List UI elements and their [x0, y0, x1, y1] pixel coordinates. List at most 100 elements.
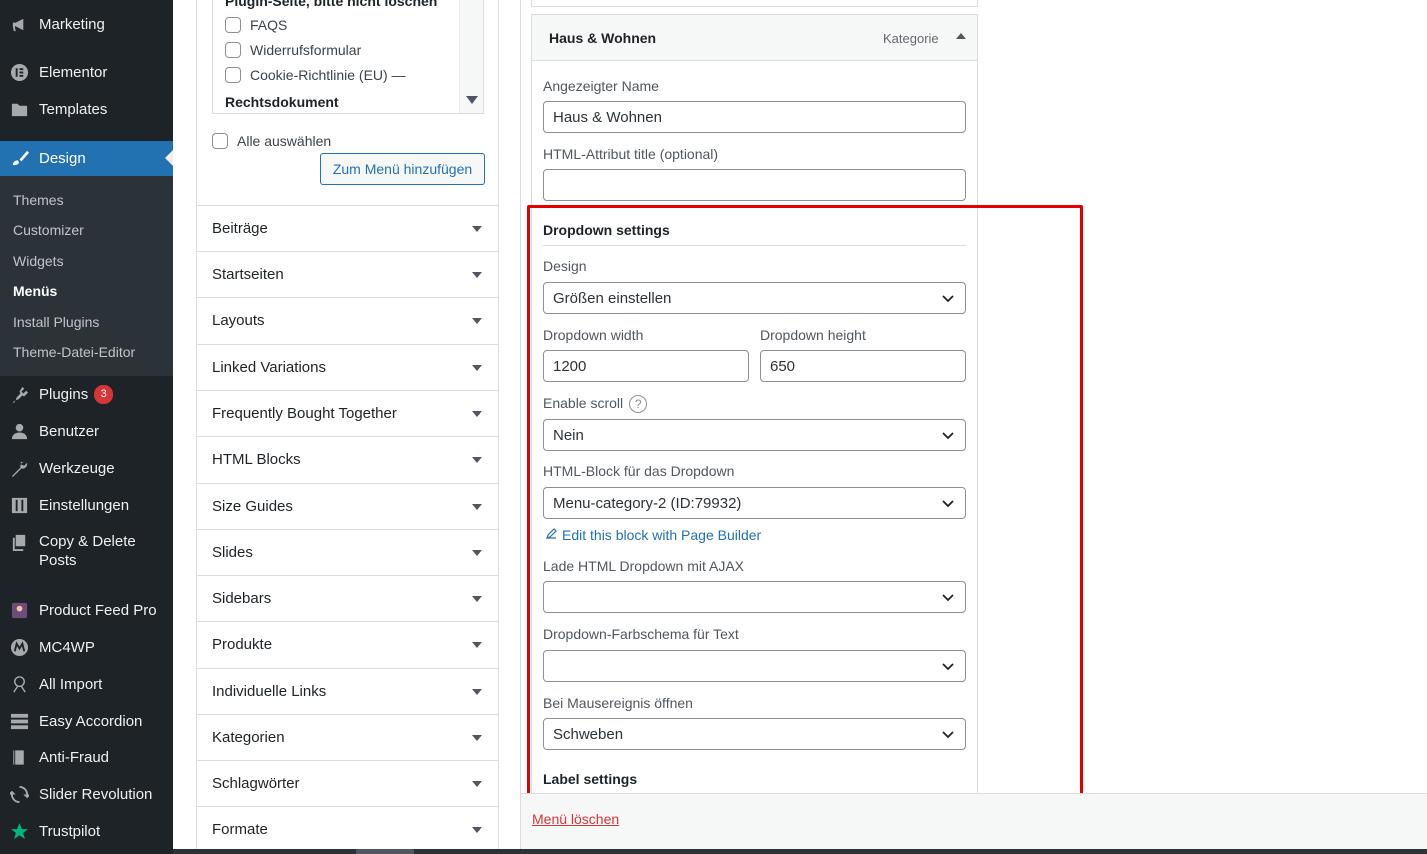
accordion-startseiten[interactable]: Startseiten: [197, 251, 498, 297]
collapse-arrow-icon[interactable]: [956, 33, 966, 39]
accordion-sidebars[interactable]: Sidebars: [197, 575, 498, 621]
sidebar-item-easy-accordion[interactable]: Easy Accordion: [0, 711, 173, 731]
accordion-title: Sidebars: [212, 590, 272, 607]
product-feed-icon: [9, 600, 29, 620]
sidebar-item-trustpilot[interactable]: Trustpilot: [0, 821, 173, 841]
all-import-icon: [9, 674, 29, 694]
sidebar-item-label: Marketing: [39, 15, 105, 33]
sidebar-item-label-line2: Posts: [39, 552, 77, 569]
sidebar-item-label: All Import: [39, 675, 103, 693]
caret-down-icon: [472, 826, 482, 833]
checklist-scrollbar[interactable]: [459, 0, 483, 113]
accordion-frequently-bought[interactable]: Frequently Bought Together: [197, 390, 498, 436]
sidebar-item-label: Design: [39, 150, 86, 167]
sidebar-item-copy-delete-posts[interactable]: Copy & Delete Posts: [0, 532, 173, 572]
page-item-label: FAQS: [250, 17, 288, 33]
sidebar-item-label: Einstellungen: [39, 496, 130, 514]
page-checkbox[interactable]: [225, 17, 241, 33]
user-icon: [9, 421, 29, 441]
title-attr-input[interactable]: [543, 169, 966, 201]
sidebar-item-label: Copy & Delete Posts: [39, 532, 136, 570]
accordion-icon: [9, 711, 29, 731]
accordion-individuelle-links[interactable]: Individuelle Links: [197, 668, 498, 714]
sidebar-item-mc4wp[interactable]: MC4WP: [0, 637, 173, 657]
plugin-update-badge: 3: [94, 384, 114, 404]
accordion-slides[interactable]: Slides: [197, 529, 498, 575]
accordion-kategorien[interactable]: Kategorien: [197, 714, 498, 760]
caret-down-icon: [472, 503, 482, 510]
scroll-down-arrow-icon[interactable]: [466, 96, 478, 104]
horizontal-scrollbar[interactable]: [173, 849, 1427, 854]
nav-label-caption: Angezeigter Name: [543, 78, 659, 94]
delete-menu-link[interactable]: Menü löschen: [532, 811, 619, 827]
accordion-title: Kategorien: [212, 729, 285, 746]
accordion-schlagwoerter[interactable]: Schlagwörter: [197, 760, 498, 806]
settings-sliders-icon: [9, 495, 29, 515]
add-to-menu-button[interactable]: Zum Menü hinzufügen: [320, 153, 485, 185]
sidebar-item-elementor[interactable]: Elementor: [0, 62, 173, 82]
caret-down-icon: [472, 780, 482, 787]
caret-down-icon: [472, 456, 482, 463]
accordion-html-blocks[interactable]: HTML Blocks: [197, 436, 498, 482]
accordion-size-guides[interactable]: Size Guides: [197, 483, 498, 529]
paintbrush-icon: [9, 149, 29, 169]
accordion-title: Schlagwörter: [212, 775, 300, 792]
sidebar-item-label: Templates: [39, 100, 108, 118]
sidebar-item-label: Trustpilot: [39, 822, 101, 840]
menu-item-header[interactable]: Haus & Wohnen Kategorie: [532, 15, 977, 61]
caret-down-icon: [472, 225, 482, 232]
admin-sidebar: Marketing Elementor Templates Design The…: [0, 0, 173, 854]
accordion-title: HTML Blocks: [212, 451, 301, 468]
sidebar-item-marketing[interactable]: Marketing: [0, 14, 173, 34]
accordion-formate[interactable]: Formate: [197, 806, 498, 852]
accordion-title: Frequently Bought Together: [212, 405, 397, 422]
sidebar-item-slider-revolution[interactable]: Slider Revolution: [0, 784, 173, 804]
sidebar-item-plugins[interactable]: Plugins 3: [0, 384, 173, 404]
pages-checklist[interactable]: Plugin-Seite, bitte nicht löschen FAQS W…: [212, 0, 484, 114]
submenu-item-theme-editor[interactable]: Theme-Datei-Editor: [13, 344, 135, 360]
title-attr-caption: HTML-Attribut title (optional): [543, 146, 719, 162]
submenu-item-customizer[interactable]: Customizer: [13, 222, 84, 238]
submenu-item-widgets[interactable]: Widgets: [13, 253, 64, 269]
page-checkbox[interactable]: [225, 67, 241, 83]
page-item-cookie[interactable]: Cookie-Richtlinie (EU) —: [225, 67, 406, 83]
accordion-title: Formate: [212, 821, 268, 838]
mc4wp-icon: [9, 637, 29, 657]
copy-icon: [9, 532, 29, 552]
sidebar-item-templates[interactable]: Templates: [0, 99, 173, 119]
nav-label-input[interactable]: Haus & Wohnen: [543, 101, 966, 133]
submenu-item-menus[interactable]: Menüs: [13, 283, 57, 299]
caret-down-icon: [472, 688, 482, 695]
megaphone-icon: [9, 14, 29, 34]
menu-item-type: Kategorie: [883, 31, 939, 46]
scrollbar-thumb[interactable]: [356, 849, 414, 854]
submenu-item-install-plugins[interactable]: Install Plugins: [13, 314, 99, 330]
sidebar-item-design[interactable]: Design: [0, 141, 173, 176]
page-item-widerruf[interactable]: Widerrufsformular: [225, 42, 361, 58]
accordion-layouts[interactable]: Layouts: [197, 297, 498, 343]
accordion-beitraege[interactable]: Beiträge: [197, 205, 498, 251]
sidebar-item-users[interactable]: Benutzer: [0, 421, 173, 441]
accordion-produkte[interactable]: Produkte: [197, 621, 498, 667]
sidebar-item-label: Elementor: [39, 63, 108, 81]
sidebar-item-tools[interactable]: Werkzeuge: [0, 458, 173, 478]
page-item-faqs[interactable]: FAQS: [225, 17, 287, 33]
caret-down-icon: [472, 364, 482, 371]
caret-down-icon: [472, 317, 482, 324]
plugin-icon: [9, 384, 29, 404]
sidebar-item-settings[interactable]: Einstellungen: [0, 495, 173, 515]
accordion-title: Beiträge: [212, 220, 268, 237]
caret-down-icon: [472, 271, 482, 278]
sidebar-item-all-import[interactable]: All Import: [0, 674, 173, 694]
previous-menu-item: [531, 0, 978, 7]
menu-item-title: Haus & Wohnen: [549, 30, 657, 46]
sidebar-item-product-feed-pro[interactable]: Product Feed Pro: [0, 600, 173, 620]
accordion-title: Produkte: [212, 636, 273, 653]
design-submenu: Themes Customizer Widgets Menüs Install …: [0, 176, 173, 376]
accordion-linked-variations[interactable]: Linked Variations: [197, 344, 498, 390]
submenu-item-themes[interactable]: Themes: [13, 192, 64, 208]
page-checkbox[interactable]: [225, 42, 241, 58]
sidebar-item-anti-fraud[interactable]: Anti-Fraud: [0, 747, 173, 767]
select-all-checkbox[interactable]: Alle auswählen: [212, 133, 331, 149]
select-all-box[interactable]: [212, 133, 228, 149]
